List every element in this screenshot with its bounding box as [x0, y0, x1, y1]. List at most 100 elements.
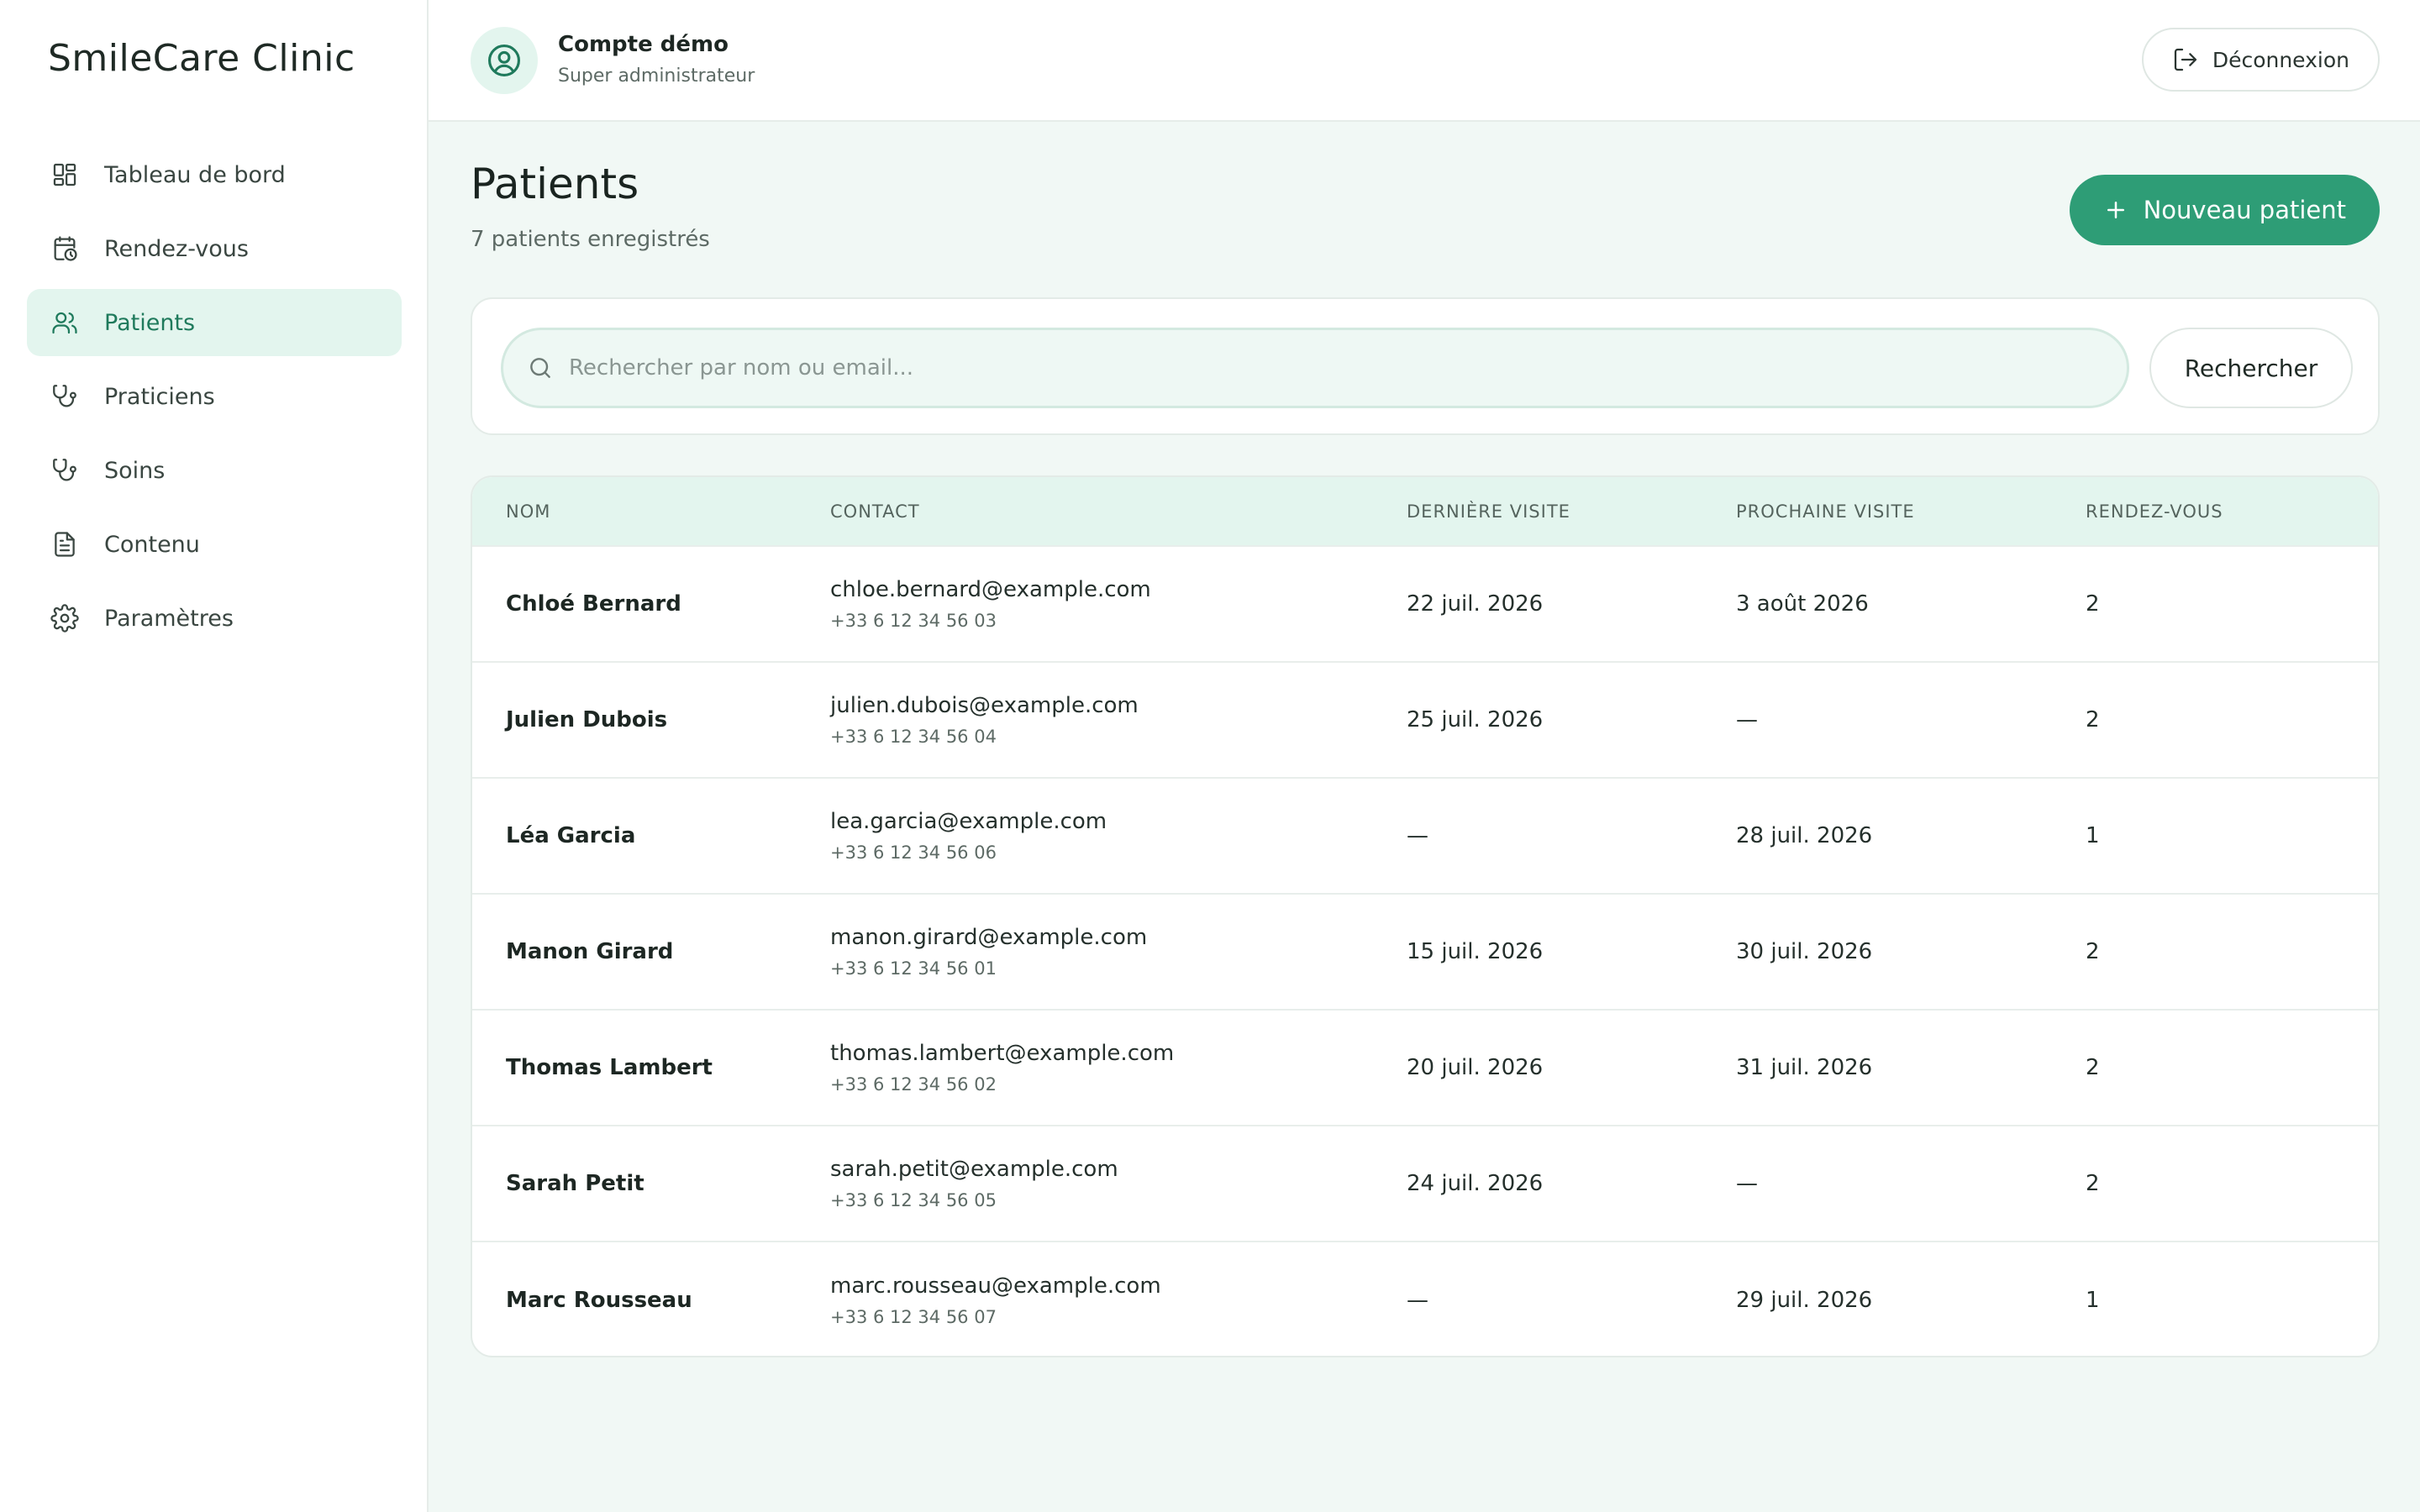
patient-contact: chloe.bernard@example.com +33 6 12 34 56 … — [830, 546, 1407, 662]
brand-logo[interactable]: SmileCare Clinic — [48, 37, 355, 80]
patient-phone: +33 6 12 34 56 01 — [830, 958, 997, 979]
patient-email[interactable]: chloe.bernard@example.com — [830, 577, 1407, 602]
patient-email[interactable]: marc.rousseau@example.com — [830, 1273, 1407, 1299]
sidebar-item-label: Patients — [104, 309, 196, 336]
search-card: Rechercher — [471, 297, 2380, 435]
stethoscope-icon — [50, 382, 79, 411]
table-row[interactable]: Chloé Bernard chloe.bernard@example.com +… — [472, 546, 2378, 662]
sidebar-item-label: Rendez-vous — [104, 235, 249, 262]
column-header-appointments[interactable]: RENDEZ-VOUS — [2086, 477, 2378, 546]
new-patient-button[interactable]: Nouveau patient — [2069, 175, 2380, 245]
sidebar-item-patients[interactable]: Patients — [27, 289, 402, 356]
page-title: Patients — [471, 160, 639, 208]
appointment-count: 2 — [2086, 707, 2100, 732]
patient-name[interactable]: Léa Garcia — [472, 778, 830, 894]
appointment-count: 2 — [2086, 1055, 2100, 1080]
account-name: Compte démo — [558, 32, 729, 57]
next-visit: 30 juil. 2026 — [1736, 939, 1873, 964]
logout-icon — [2174, 48, 2196, 71]
table-row[interactable]: Marc Rousseau marc.rousseau@example.com +… — [472, 1242, 2378, 1356]
sidebar-item-treatments[interactable]: Soins — [27, 437, 402, 504]
patient-contact: thomas.lambert@example.com +33 6 12 34 56… — [830, 1010, 1407, 1126]
patient-email[interactable]: lea.garcia@example.com — [830, 809, 1407, 834]
table-row[interactable]: Thomas Lambert thomas.lambert@example.co… — [472, 1010, 2378, 1126]
table-header: NOM CONTACT DERNIÈRE VISITE PROCHAINE VI… — [472, 477, 2378, 546]
stethoscope-icon — [50, 456, 79, 485]
next-visit: — — [1736, 1171, 1758, 1196]
column-header-next-visit[interactable]: PROCHAINE VISITE — [1736, 477, 2086, 546]
next-visit: 3 août 2026 — [1736, 591, 1869, 617]
user-circle-icon — [488, 45, 520, 76]
appointment-count: 2 — [2086, 939, 2100, 964]
patient-count: 7 patients enregistrés — [471, 227, 710, 252]
appointment-count: 2 — [2086, 591, 2100, 617]
search-icon — [530, 358, 550, 378]
table-row[interactable]: Manon Girard manon.girard@example.com +33… — [472, 894, 2378, 1010]
patient-name[interactable]: Marc Rousseau — [472, 1242, 830, 1356]
patient-email[interactable]: julien.dubois@example.com — [830, 693, 1407, 718]
table-row[interactable]: Julien Dubois julien.dubois@example.com +… — [472, 662, 2378, 778]
table-row[interactable]: Léa Garcia lea.garcia@example.com +33 6 1… — [472, 778, 2378, 894]
document-icon — [50, 530, 79, 559]
table-row[interactable]: Sarah Petit sarah.petit@example.com +33 6… — [472, 1126, 2378, 1242]
calendar-clock-icon — [50, 234, 79, 263]
appointment-count: 2 — [2086, 1171, 2100, 1196]
avatar[interactable] — [471, 27, 538, 94]
patient-phone: +33 6 12 34 56 03 — [830, 611, 997, 631]
last-visit: 15 juil. 2026 — [1407, 939, 1544, 964]
column-header-last-visit[interactable]: DERNIÈRE VISITE — [1407, 477, 1736, 546]
patient-phone: +33 6 12 34 56 05 — [830, 1190, 997, 1210]
patient-name[interactable]: Manon Girard — [472, 894, 830, 1010]
search-field[interactable] — [501, 328, 2129, 408]
sidebar-item-dashboard[interactable]: Tableau de bord — [27, 141, 402, 208]
patient-name[interactable]: Julien Dubois — [472, 662, 830, 778]
dashboard-icon — [50, 160, 79, 189]
sidebar-item-label: Praticiens — [104, 383, 215, 410]
patient-phone: +33 6 12 34 56 06 — [830, 843, 997, 863]
next-visit: 28 juil. 2026 — [1736, 823, 1873, 848]
last-visit: — — [1407, 1287, 1428, 1313]
column-header-contact[interactable]: CONTACT — [830, 477, 1407, 546]
patient-email[interactable]: thomas.lambert@example.com — [830, 1041, 1407, 1066]
patient-contact: sarah.petit@example.com +33 6 12 34 56 05 — [830, 1126, 1407, 1242]
sidebar-nav: Tableau de bord Rendez-vous Patients Pra… — [27, 141, 402, 659]
next-visit: — — [1736, 707, 1758, 732]
sidebar-item-label: Soins — [104, 457, 166, 484]
sidebar-item-content[interactable]: Contenu — [27, 511, 402, 578]
sidebar-item-appointments[interactable]: Rendez-vous — [27, 215, 402, 282]
next-visit: 29 juil. 2026 — [1736, 1287, 1873, 1313]
patient-name[interactable]: Chloé Bernard — [472, 546, 830, 662]
patient-phone: +33 6 12 34 56 02 — [830, 1074, 997, 1095]
table-body: Chloé Bernard chloe.bernard@example.com +… — [472, 546, 2378, 1356]
patient-phone: +33 6 12 34 56 04 — [830, 727, 997, 747]
sidebar-item-practitioners[interactable]: Praticiens — [27, 363, 402, 430]
logout-button[interactable]: Déconnexion — [2141, 28, 2380, 92]
patient-name[interactable]: Thomas Lambert — [472, 1010, 830, 1126]
column-header-name[interactable]: NOM — [472, 477, 830, 546]
last-visit: 24 juil. 2026 — [1407, 1171, 1544, 1196]
account-role: Super administrateur — [558, 66, 755, 87]
gear-icon — [50, 604, 79, 633]
last-visit: 20 juil. 2026 — [1407, 1055, 1544, 1080]
search-button[interactable]: Rechercher — [2149, 328, 2353, 408]
sidebar-item-label: Paramètres — [104, 605, 234, 632]
patient-name[interactable]: Sarah Petit — [472, 1126, 830, 1242]
appointment-count: 1 — [2086, 1287, 2100, 1313]
patient-contact: julien.dubois@example.com +33 6 12 34 56 … — [830, 662, 1407, 778]
last-visit: 22 juil. 2026 — [1407, 591, 1544, 617]
new-patient-label: Nouveau patient — [2143, 196, 2346, 224]
appointment-count: 1 — [2086, 823, 2100, 848]
plus-icon — [2107, 202, 2124, 218]
patient-email[interactable]: manon.girard@example.com — [830, 925, 1407, 950]
patient-phone: +33 6 12 34 56 07 — [830, 1306, 997, 1327]
patient-contact: marc.rousseau@example.com +33 6 12 34 56 … — [830, 1242, 1407, 1356]
sidebar-item-label: Contenu — [104, 531, 200, 558]
search-input[interactable] — [569, 355, 2081, 381]
patient-contact: lea.garcia@example.com +33 6 12 34 56 06 — [830, 778, 1407, 894]
sidebar-item-settings[interactable]: Paramètres — [27, 585, 402, 652]
next-visit: 31 juil. 2026 — [1736, 1055, 1873, 1080]
patient-email[interactable]: sarah.petit@example.com — [830, 1157, 1407, 1182]
patients-table: NOM CONTACT DERNIÈRE VISITE PROCHAINE VI… — [472, 477, 2378, 1356]
logout-label: Déconnexion — [2212, 47, 2349, 72]
last-visit: — — [1407, 823, 1428, 848]
